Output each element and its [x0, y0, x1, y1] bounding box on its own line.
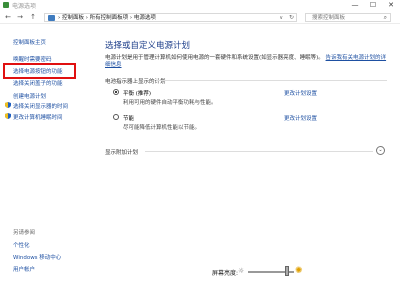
sidebar-item-home[interactable]: 控制面板主页	[13, 38, 46, 46]
expand-chevron-icon[interactable]: ⌄	[376, 146, 385, 155]
search-icon[interactable]: ⌕	[384, 14, 387, 22]
breadcrumb[interactable]: › 控制面板 › 所有控制面板项 › 电源选项	[58, 14, 156, 22]
show-additional-plans[interactable]: 显示附加计划	[105, 148, 138, 156]
power-options-icon	[3, 2, 9, 8]
divider	[145, 151, 373, 152]
brightness-bar: 屏幕亮度: ☼ ✺	[97, 263, 400, 283]
see-also-user-accounts[interactable]: 用户帐户	[13, 265, 35, 273]
brightness-label: 屏幕亮度:	[212, 270, 239, 277]
address-bar[interactable]: › 控制面板 › 所有控制面板项 › 电源选项 ∨ ↻	[44, 13, 297, 22]
shield-icon	[5, 113, 11, 119]
intro-description: 电源计划是用于管理计算机如何使用电源的一套硬件和系统设置(如显示器亮度、睡眠等)…	[105, 55, 324, 61]
sidebar-item-wake-password[interactable]: 唤醒时需要密码	[13, 55, 52, 63]
minimize-button[interactable]: —	[346, 0, 364, 10]
navigation-bar: ← → ↑ › 控制面板 › 所有控制面板项 › 电源选项 ∨ ↻ 搜索控制面板…	[0, 10, 400, 24]
change-plan-settings-link[interactable]: 更改计划设置	[284, 89, 317, 97]
plan-power-saver-radio[interactable]	[113, 114, 119, 120]
plan-name[interactable]: 平衡 (推荐)	[123, 89, 151, 97]
plan-name[interactable]: 节能	[123, 114, 134, 122]
sidebar-item-lid-close[interactable]: 选择关闭盖子的功能	[13, 79, 63, 87]
bright-sun-icon: ✺	[295, 266, 303, 276]
intro-text: 电源计划是用于管理计算机如何使用电源的一套硬件和系统设置(如显示器亮度、睡眠等)…	[105, 55, 390, 69]
see-also-mobility-center[interactable]: Windows 移动中心	[13, 253, 61, 261]
plan-balanced-radio[interactable]	[113, 89, 119, 95]
highlight-box	[3, 63, 76, 79]
search-placeholder: 搜索控制面板	[312, 15, 346, 21]
change-plan-settings-link[interactable]: 更改计划设置	[284, 114, 317, 122]
chevron-down-icon[interactable]: ∨	[279, 14, 283, 22]
shield-icon	[5, 102, 11, 108]
maximize-button[interactable]: ☐	[364, 0, 382, 10]
window-title: 电源选项	[12, 3, 37, 10]
sidebar-item-create-plan[interactable]: 创建电源计划	[13, 92, 46, 100]
see-also-personalization[interactable]: 个性化	[13, 241, 30, 249]
sidebar: 控制面板主页 唤醒时需要密码 选择电源按钮的功能 选择关闭盖子的功能 创建电源计…	[0, 25, 95, 283]
page-title: 选择或自定义电源计划	[105, 41, 191, 51]
dim-sun-icon: ☼	[238, 267, 245, 275]
forward-button[interactable]: →	[15, 12, 25, 22]
section-header: 电池指示器上显示的计划	[105, 79, 166, 85]
close-button[interactable]: ✕	[382, 0, 400, 10]
sidebar-item-display-off[interactable]: 选择关闭显示器的时间	[13, 102, 68, 110]
divider	[157, 80, 387, 81]
see-also-heading: 另请参阅	[13, 230, 36, 236]
brightness-slider-thumb[interactable]	[285, 266, 290, 276]
title-bar: 电源选项 — ☐ ✕	[0, 0, 400, 10]
control-panel-icon	[48, 15, 55, 21]
refresh-icon[interactable]: ↻	[289, 14, 294, 22]
back-button[interactable]: ←	[3, 12, 13, 22]
main-panel: 选择或自定义电源计划 电源计划是用于管理计算机如何使用电源的一套硬件和系统设置(…	[97, 25, 400, 283]
sidebar-item-sleep-time[interactable]: 更改计算机睡眠时间	[13, 113, 63, 121]
up-button[interactable]: ↑	[28, 12, 38, 22]
search-input[interactable]: 搜索控制面板 ⌕	[305, 13, 391, 22]
plan-description: 利用可用的硬件自动平衡功耗与性能。	[123, 100, 217, 106]
plan-description: 尽可能降低计算机性能以节能。	[123, 125, 201, 131]
